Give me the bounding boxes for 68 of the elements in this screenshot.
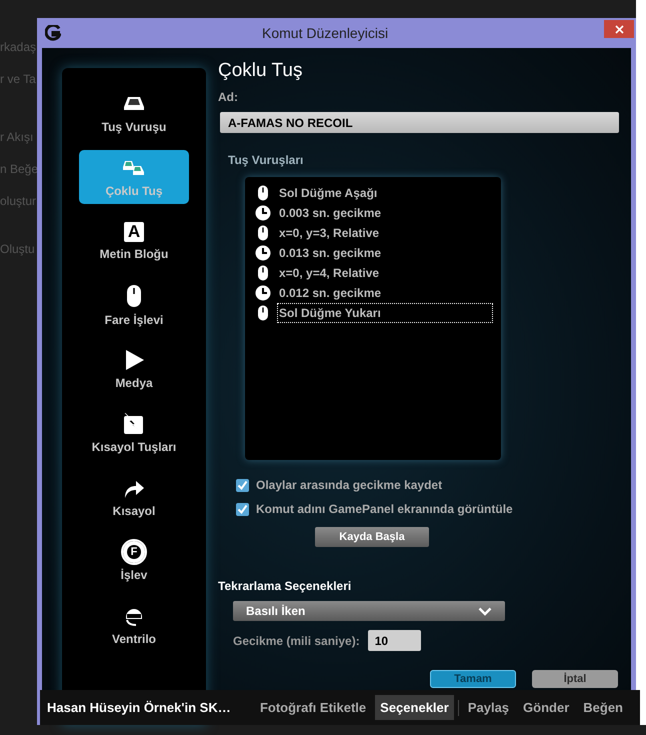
photo-action[interactable]: Beğen xyxy=(578,694,628,720)
background-text: n Beğe xyxy=(0,161,38,177)
letter-icon: A xyxy=(124,222,144,242)
background-text: oluştur xyxy=(0,193,38,209)
sidebar-item[interactable]: Tuş Vuruşu xyxy=(79,86,189,140)
sidebar-label: İşlev xyxy=(120,569,148,581)
play-icon xyxy=(123,349,145,371)
check-icon xyxy=(237,480,248,490)
name-field[interactable]: A-FAMAS NO RECOIL xyxy=(220,112,619,133)
photo-owner: Hasan Hüseyin Örnek'in SK… xyxy=(47,698,231,717)
photo-action[interactable]: Paylaş xyxy=(462,694,514,720)
event-item[interactable]: 0.013 sn. gecikme xyxy=(277,243,384,263)
event-item[interactable]: Sol Düğme Yukarı xyxy=(277,303,493,323)
sidebar-item[interactable]: Fare İşlevi xyxy=(79,278,189,332)
mouse-icon xyxy=(257,265,269,281)
close-icon xyxy=(614,24,624,34)
checkbox[interactable] xyxy=(236,502,249,516)
logo-icon xyxy=(45,25,61,41)
dialog-button[interactable]: İptal xyxy=(532,670,618,688)
repeat-dropdown[interactable]: Basılı İken xyxy=(233,601,505,621)
sidebar-label: Medya xyxy=(115,377,153,389)
checkbox[interactable] xyxy=(236,478,249,492)
event-item[interactable]: 0.012 sn. gecikme xyxy=(277,283,384,303)
chevron-down-icon xyxy=(478,606,492,616)
sidebar-item[interactable]: Kısayol Tuşları xyxy=(79,406,189,460)
sidebar-item[interactable]: A Metin Bloğu xyxy=(79,214,189,268)
mouse-icon xyxy=(257,305,269,321)
photo-action[interactable]: Fotoğrafı Etiketle xyxy=(254,694,372,720)
photo-action[interactable]: Gönder xyxy=(518,694,574,720)
event-item[interactable]: 0.003 sn. gecikme xyxy=(277,203,384,223)
mouse-icon xyxy=(257,185,269,201)
sidebar-item[interactable]: Medya xyxy=(79,342,189,396)
clock-icon xyxy=(255,205,271,221)
background-text: rkadaş xyxy=(0,39,38,55)
keystrokes-label: Tuş Vuruşları xyxy=(228,152,304,169)
event-item[interactable]: x=0, y=3, Relative xyxy=(277,223,382,243)
sidebar-label: Fare İşlevi xyxy=(104,314,164,326)
mouse-icon xyxy=(126,284,142,308)
clock-icon xyxy=(255,285,271,301)
event-item[interactable]: Sol Düğme Aşağı xyxy=(277,183,380,203)
event-item[interactable]: x=0, y=4, Relative xyxy=(277,263,382,283)
background-text: Oluştu xyxy=(0,241,36,257)
option-label: Olaylar arasında gecikme kaydet xyxy=(256,477,442,494)
mouse-icon xyxy=(257,225,269,241)
sidebar-label: Çoklu Tuş xyxy=(105,185,163,197)
editor-title: Çoklu Tuş xyxy=(218,60,304,82)
name-label: Ad: xyxy=(218,89,239,106)
window-title: Komut Düzenleyicisi xyxy=(262,24,388,43)
repeat-title: Tekrarlama Seçenekleri xyxy=(218,578,352,595)
photo-action[interactable]: Seçenekler xyxy=(375,694,454,720)
sidebar-label: Kısayol xyxy=(112,505,156,517)
sidebar-item[interactable]: F İşlev xyxy=(79,534,189,588)
background-text: r Akışı xyxy=(0,129,34,145)
sidebar-label: Tuş Vuruşu xyxy=(102,121,166,133)
clock-icon xyxy=(255,245,271,261)
record-button[interactable]: Kayda Başla xyxy=(315,527,429,547)
close-button[interactable] xyxy=(604,20,634,38)
option-label: Komut adını GamePanel ekranında görüntüle xyxy=(256,501,513,518)
sidebar-item[interactable]: Ventrilo xyxy=(79,598,189,652)
delay-field[interactable]: 10 xyxy=(368,630,421,651)
sidebar-label: Kısayol Tuşları xyxy=(92,441,176,453)
sidebar-label: Metin Bloğu xyxy=(100,248,168,260)
sidebar-item[interactable]: Kısayol xyxy=(79,470,189,524)
gear-icon: F xyxy=(123,541,145,563)
sidebar-label: Ventrilo xyxy=(112,633,156,645)
background-text: r ve Ta xyxy=(0,71,37,87)
check-icon xyxy=(237,504,248,514)
delay-label: Gecikme (mili saniye): xyxy=(233,632,360,650)
